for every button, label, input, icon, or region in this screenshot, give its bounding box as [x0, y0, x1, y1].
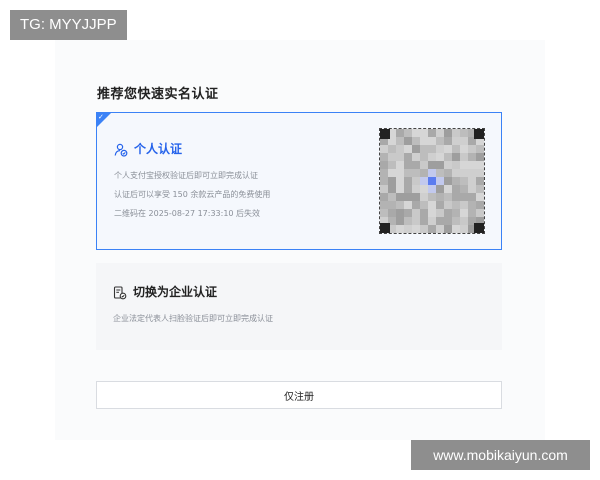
personal-desc-line-2: 认证后可以享受 150 余款云产品的免费使用	[114, 190, 271, 199]
qr-finder-mark	[474, 223, 484, 233]
watermark-bottom-right: www.mobikaiyun.com	[411, 440, 590, 470]
personal-verify-card[interactable]: ✓ 个人认证 个人支付宝授权验证后即可立即完成认证 认证后可以享受 150 余款…	[96, 112, 502, 250]
register-only-button[interactable]: 仅注册	[96, 381, 502, 409]
enterprise-desc: 企业法定代表人扫脸验证后即可立即完成认证	[113, 314, 273, 323]
page-title: 推荐您快速实名认证	[97, 87, 219, 102]
personal-card-title: 个人认证	[134, 142, 183, 156]
check-icon: ✓	[98, 113, 104, 121]
personal-desc-line-1: 个人支付宝授权验证后即可立即完成认证	[114, 171, 258, 180]
qr-finder-mark	[380, 223, 390, 233]
qr-code	[379, 128, 485, 234]
qr-finder-mark	[474, 129, 484, 139]
qr-finder-mark	[380, 129, 390, 139]
watermark-top-left: TG: MYYJJPP	[10, 10, 127, 40]
person-verify-icon	[114, 142, 128, 157]
enterprise-doc-icon	[113, 285, 127, 299]
enterprise-card-title: 切换为企业认证	[133, 285, 218, 299]
qr-border	[379, 128, 485, 234]
enterprise-card-header: 切换为企业认证	[113, 283, 217, 300]
enterprise-verify-card[interactable]: 切换为企业认证 企业法定代表人扫脸验证后即可立即完成认证	[96, 263, 502, 350]
personal-card-header: 个人认证	[114, 140, 182, 157]
qr-expiry-text: 二维码在 2025-08-27 17:33:10 后失效	[114, 209, 261, 218]
